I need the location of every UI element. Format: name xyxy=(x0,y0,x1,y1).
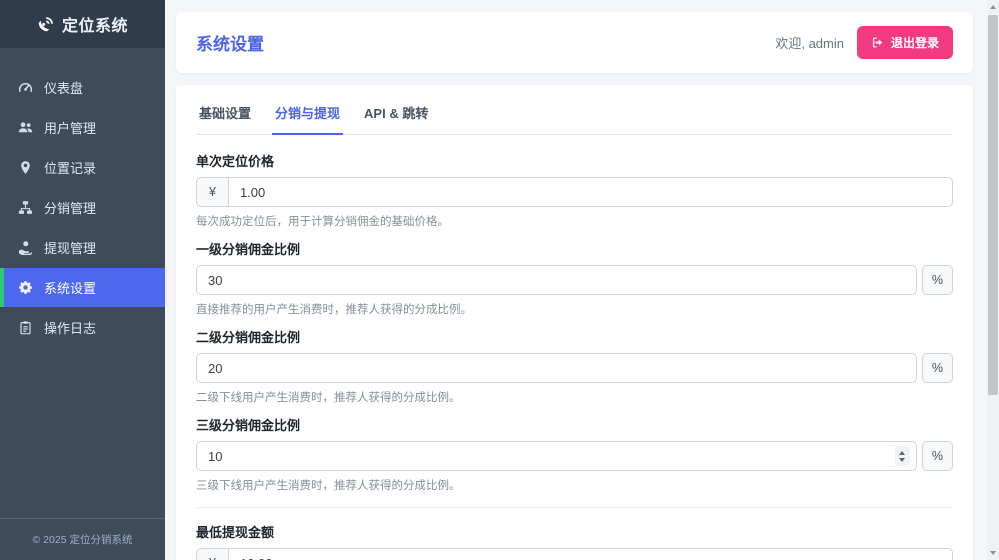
clipboard-list-icon xyxy=(18,320,33,335)
sidebar-item-settings[interactable]: 系统设置 xyxy=(0,268,165,307)
field-help-text: 三级下线用户产生消费时，推荐人获得的分成比例。 xyxy=(196,477,953,493)
field-label: 单次定位价格 xyxy=(196,151,953,170)
satellite-dish-icon xyxy=(37,16,54,33)
field-help-text: 二级下线用户产生消费时，推荐人获得的分成比例。 xyxy=(196,389,953,405)
sidebar-item-label: 提现管理 xyxy=(44,238,96,257)
page-header: 系统设置 欢迎, admin 退出登录 xyxy=(176,12,973,73)
settings-form: 单次定位价格 ¥ 每次成功定位后，用于计算分销佣金的基础价格。 一级分销佣金比例 xyxy=(196,135,953,560)
header-actions: 欢迎, admin 退出登录 xyxy=(775,26,953,59)
sidebar-item-label: 操作日志 xyxy=(44,318,96,337)
tab-api-redirect[interactable]: API & 跳转 xyxy=(361,101,431,135)
percent-suffix: % xyxy=(922,353,953,383)
field-label: 二级分销佣金比例 xyxy=(196,327,953,346)
main-content: 系统设置 欢迎, admin 退出登录 基础设置 分销与提现 API & 跳转 … xyxy=(165,0,999,560)
users-icon xyxy=(18,120,33,135)
sidebar-menu: 仪表盘 用户管理 位置记录 分销管理 提现管理 系统设置 xyxy=(0,48,165,518)
page-title: 系统设置 xyxy=(196,30,264,55)
settings-card: 基础设置 分销与提现 API & 跳转 单次定位价格 ¥ 每次成功定位后，用于计… xyxy=(176,85,973,560)
field-help-text: 每次成功定位后，用于计算分销佣金的基础价格。 xyxy=(196,213,953,229)
tab-basic-settings[interactable]: 基础设置 xyxy=(196,101,254,135)
number-stepper[interactable] xyxy=(895,446,910,466)
tab-distribution-withdrawal[interactable]: 分销与提现 xyxy=(272,101,343,135)
sidebar-item-withdrawals[interactable]: 提现管理 xyxy=(0,228,165,267)
single-location-price-input[interactable] xyxy=(228,177,953,207)
level2-commission-input[interactable] xyxy=(196,353,917,383)
field-label: 三级分销佣金比例 xyxy=(196,415,953,434)
gear-icon xyxy=(18,280,33,295)
field-help-text: 直接推荐的用户产生消费时，推荐人获得的分成比例。 xyxy=(196,301,953,317)
level1-commission-input[interactable] xyxy=(196,265,917,295)
percent-suffix: % xyxy=(922,441,953,471)
field-level3-commission: 三级分销佣金比例 % 三级下线用户产生消费时，推荐人获得的分成比例。 xyxy=(196,415,953,493)
hand-coin-icon xyxy=(18,240,33,255)
settings-tabs: 基础设置 分销与提现 API & 跳转 xyxy=(196,85,953,135)
dashboard-gauge-icon xyxy=(18,80,33,95)
scroll-up-arrow-icon[interactable] xyxy=(987,1,999,13)
sidebar-item-locations[interactable]: 位置记录 xyxy=(0,148,165,187)
currency-prefix: ¥ xyxy=(196,177,228,207)
field-min-withdrawal-amount: 最低提现金额 ¥ 用户申请提现时，允许的最低金额。 xyxy=(196,522,953,560)
field-label: 最低提现金额 xyxy=(196,522,953,541)
sidebar-item-users[interactable]: 用户管理 xyxy=(0,108,165,147)
scroll-down-arrow-icon[interactable] xyxy=(987,547,999,559)
sign-out-icon xyxy=(871,36,884,49)
sidebar-item-dashboard[interactable]: 仪表盘 xyxy=(0,68,165,107)
sitemap-icon xyxy=(18,200,33,215)
currency-prefix: ¥ xyxy=(196,548,228,560)
field-label: 一级分销佣金比例 xyxy=(196,239,953,258)
scrollbar[interactable] xyxy=(987,0,999,560)
sidebar-footer-copyright: © 2025 定位分销系统 xyxy=(0,518,165,560)
app-title: 定位系统 xyxy=(62,12,128,36)
map-marker-icon xyxy=(18,160,33,175)
logout-button[interactable]: 退出登录 xyxy=(857,26,953,59)
logout-button-label: 退出登录 xyxy=(891,34,939,51)
sidebar-item-logs[interactable]: 操作日志 xyxy=(0,308,165,347)
sidebar-item-distribution[interactable]: 分销管理 xyxy=(0,188,165,227)
sidebar-item-label: 分销管理 xyxy=(44,198,96,217)
level3-commission-input[interactable] xyxy=(196,441,917,471)
sidebar: 定位系统 仪表盘 用户管理 位置记录 分销管理 提现管理 xyxy=(0,0,165,560)
min-withdrawal-amount-input[interactable] xyxy=(228,548,953,560)
app-logo: 定位系统 xyxy=(0,0,165,48)
field-level2-commission: 二级分销佣金比例 % 二级下线用户产生消费时，推荐人获得的分成比例。 xyxy=(196,327,953,405)
section-divider xyxy=(196,507,953,508)
field-level1-commission: 一级分销佣金比例 % 直接推荐的用户产生消费时，推荐人获得的分成比例。 xyxy=(196,239,953,317)
sidebar-item-label: 用户管理 xyxy=(44,118,96,137)
app-window: 定位系统 仪表盘 用户管理 位置记录 分销管理 提现管理 xyxy=(0,0,999,560)
field-single-location-price: 单次定位价格 ¥ 每次成功定位后，用于计算分销佣金的基础价格。 xyxy=(196,151,953,229)
sidebar-item-label: 系统设置 xyxy=(44,278,96,297)
sidebar-item-label: 仪表盘 xyxy=(44,78,83,97)
scrollbar-thumb[interactable] xyxy=(988,15,998,395)
welcome-text: 欢迎, admin xyxy=(775,33,844,52)
percent-suffix: % xyxy=(922,265,953,295)
sidebar-item-label: 位置记录 xyxy=(44,158,96,177)
